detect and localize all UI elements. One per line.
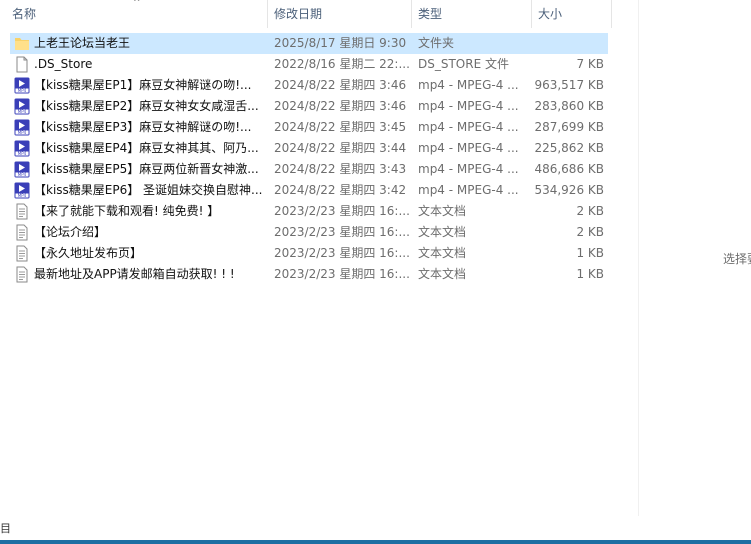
- file-name: 上老王论坛当老王: [34, 36, 131, 50]
- file-row[interactable]: MP4 【kiss糖果屋EP5】麻豆两位新晋女神激... 2024/8/22 星期四…: [10, 159, 608, 180]
- file-size: 486,686 KB: [534, 162, 604, 176]
- folder-icon: [14, 35, 30, 52]
- file-type: 文本文档: [418, 267, 467, 281]
- mp4-icon: MP4: [14, 182, 30, 199]
- svg-text:MP4: MP4: [18, 151, 27, 156]
- mp4-icon: MP4: [14, 140, 30, 157]
- file-name: 【kiss糖果屋EP4】麻豆女神其其、阿乃...: [34, 141, 259, 155]
- column-header-bar: 名称 ^ 修改日期 类型 大小: [0, 0, 612, 28]
- column-header-size[interactable]: 大小: [532, 0, 612, 28]
- file-date: 2024/8/22 星期四 3:45: [274, 120, 407, 134]
- file-name: 【kiss糖果屋EP6】 圣诞姐妹交换自慰神...: [34, 183, 263, 197]
- file-row[interactable]: .DS_Store 2022/8/16 星期二 22:... DS_STORE 文件…: [10, 54, 608, 75]
- svg-text:MP4: MP4: [18, 193, 27, 198]
- file-date: 2023/2/23 星期四 16:...: [274, 267, 410, 281]
- file-row[interactable]: MP4 【kiss糖果屋EP4】麻豆女神其其、阿乃... 2024/8/22 星期四…: [10, 138, 608, 159]
- file-name: 【kiss糖果屋EP1】麻豆女神解谜の吻!...: [34, 78, 252, 92]
- file-size: 7 KB: [576, 57, 604, 71]
- file-size: 963,517 KB: [534, 78, 604, 92]
- file-type: 文本文档: [418, 204, 467, 218]
- column-header-type[interactable]: 类型: [412, 0, 532, 28]
- file-type: DS_STORE 文件: [418, 57, 509, 71]
- file-type: mp4 - MPEG-4 ...: [418, 141, 519, 155]
- file-row[interactable]: MP4 【kiss糖果屋EP6】 圣诞姐妹交换自慰神... 2024/8/22 星期…: [10, 180, 608, 201]
- file-row[interactable]: 【来了就能下载和观看! 纯免费! 】 2023/2/23 星期四 16:... 文本…: [10, 201, 608, 222]
- file-type: 文本文档: [418, 246, 467, 260]
- file-row[interactable]: 最新地址及APP请发邮箱自动获取! ! ! 2023/2/23 星期四 16:..…: [10, 264, 608, 285]
- file-name: 【永久地址发布页】: [34, 246, 143, 260]
- file-name: 【kiss糖果屋EP5】麻豆两位新晋女神激...: [34, 162, 259, 176]
- file-size: 534,926 KB: [534, 183, 604, 197]
- file-size: 283,860 KB: [534, 99, 604, 113]
- file-size: 1 KB: [576, 267, 604, 281]
- file-date: 2022/8/16 星期二 22:...: [274, 57, 410, 71]
- file-type: mp4 - MPEG-4 ...: [418, 78, 519, 92]
- text-file-icon: [14, 245, 30, 262]
- svg-text:MP4: MP4: [18, 88, 27, 93]
- file-name: 【kiss糖果屋EP2】麻豆女神女女咸湿舌...: [34, 99, 259, 113]
- file-name: .DS_Store: [34, 57, 93, 71]
- text-file-icon: [14, 224, 30, 241]
- file-date: 2024/8/22 星期四 3:42: [274, 183, 407, 197]
- mp4-icon: MP4: [14, 161, 30, 178]
- file-name: 最新地址及APP请发邮箱自动获取! ! !: [34, 267, 235, 281]
- file-row[interactable]: 上老王论坛当老王 2025/8/17 星期日 9:30 文件夹: [10, 33, 608, 54]
- file-date: 2023/2/23 星期四 16:...: [274, 225, 410, 239]
- file-date: 2025/8/17 星期日 9:30: [274, 36, 407, 50]
- mp4-icon: MP4: [14, 77, 30, 94]
- file-type: mp4 - MPEG-4 ...: [418, 162, 519, 176]
- file-name: 【论坛介绍】: [34, 225, 107, 239]
- file-size: 1 KB: [576, 246, 604, 260]
- sort-ascending-icon: ^: [133, 0, 141, 8]
- mp4-icon: MP4: [14, 119, 30, 136]
- preview-pane-divider[interactable]: [638, 0, 639, 516]
- file-name: 【kiss糖果屋EP3】麻豆女神解谜の吻!...: [34, 120, 252, 134]
- svg-text:MP4: MP4: [18, 130, 27, 135]
- file-size: [530, 33, 604, 54]
- file-date: 2024/8/22 星期四 3:46: [274, 78, 407, 92]
- file-type: 文件夹: [418, 36, 455, 50]
- file-size: 2 KB: [576, 225, 604, 239]
- text-file-icon: [14, 203, 30, 220]
- preview-pane-hint: 选择要: [723, 252, 751, 266]
- file-date: 2023/2/23 星期四 16:...: [274, 246, 410, 260]
- file-date: 2024/8/22 星期四 3:43: [274, 162, 407, 176]
- file-type: mp4 - MPEG-4 ...: [418, 183, 519, 197]
- text-file-icon: [14, 266, 30, 283]
- file-row[interactable]: MP4 【kiss糖果屋EP2】麻豆女神女女咸湿舌... 2024/8/22 星期四…: [10, 96, 608, 117]
- file-icon: [14, 56, 30, 73]
- status-bar-text: 目: [0, 522, 11, 535]
- file-type: 文本文档: [418, 225, 467, 239]
- mp4-icon: MP4: [14, 98, 30, 115]
- file-size: 287,699 KB: [534, 120, 604, 134]
- file-date: 2024/8/22 星期四 3:44: [274, 141, 407, 155]
- file-row[interactable]: MP4 【kiss糖果屋EP1】麻豆女神解谜の吻!... 2024/8/22 星期四…: [10, 75, 608, 96]
- column-header-date[interactable]: 修改日期: [268, 0, 412, 28]
- file-size: 225,862 KB: [534, 141, 604, 155]
- file-row[interactable]: MP4 【kiss糖果屋EP3】麻豆女神解谜の吻!... 2024/8/22 星期四…: [10, 117, 608, 138]
- file-name: 【来了就能下载和观看! 纯免费! 】: [34, 204, 220, 218]
- file-date: 2024/8/22 星期四 3:46: [274, 99, 407, 113]
- file-row[interactable]: 【永久地址发布页】 2023/2/23 星期四 16:... 文本文档 1 KB: [10, 243, 608, 264]
- file-type: mp4 - MPEG-4 ...: [418, 99, 519, 113]
- svg-text:MP4: MP4: [18, 109, 27, 114]
- file-date: 2023/2/23 星期四 16:...: [274, 204, 410, 218]
- taskbar-edge: [0, 540, 751, 544]
- file-row[interactable]: 【论坛介绍】 2023/2/23 星期四 16:... 文本文档 2 KB: [10, 222, 608, 243]
- file-size: 2 KB: [576, 204, 604, 218]
- file-type: mp4 - MPEG-4 ...: [418, 120, 519, 134]
- svg-text:MP4: MP4: [18, 172, 27, 177]
